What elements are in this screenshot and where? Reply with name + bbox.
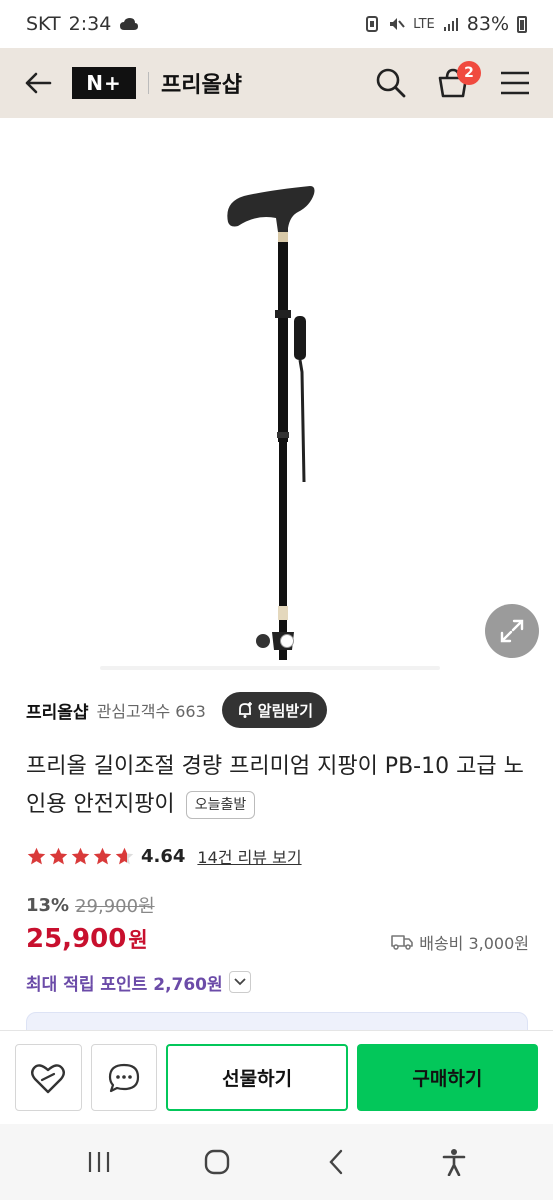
star-half-icon	[115, 847, 134, 864]
store-name[interactable]: 프리올샵	[161, 67, 242, 99]
recent-apps-icon	[89, 1152, 110, 1172]
cart-count-badge: 2	[457, 61, 481, 85]
battery-percent: 83%	[466, 13, 509, 35]
bell-plus-icon	[238, 702, 252, 718]
system-nav-bar	[0, 1124, 553, 1200]
notify-button[interactable]: 알림받기	[221, 692, 327, 728]
arrow-left-icon	[25, 72, 52, 94]
mute-icon	[390, 18, 405, 30]
points-row: 최대 적립 포인트 2,760원	[26, 968, 251, 996]
network-type: LTE	[413, 16, 435, 32]
sale-price: 25,900	[26, 924, 127, 954]
star-icon	[93, 847, 112, 864]
status-left: SKT 2:34	[26, 13, 139, 35]
accessibility-button[interactable]	[430, 1138, 478, 1186]
product-title-block: 프리올 길이조절 경량 프리미엄 지팡이 PB-10 고급 노인용 안전지팡이 …	[26, 748, 536, 824]
seller-name[interactable]: 프리올샵	[26, 698, 89, 723]
brand-logo[interactable]: N+	[72, 67, 136, 99]
purchase-action-bar: 선물하기 구매하기	[0, 1030, 553, 1124]
signal-icon	[443, 18, 458, 31]
follower-count: 관심고객수 663	[96, 702, 206, 721]
discount-row: 13% 29,900원	[26, 892, 155, 918]
home-button[interactable]	[193, 1138, 241, 1186]
data-saver-icon	[366, 16, 379, 32]
carrier-label: SKT	[26, 13, 61, 35]
search-icon	[376, 68, 406, 98]
image-pager	[256, 634, 294, 648]
gift-button[interactable]: 선물하기	[166, 1044, 348, 1111]
original-price: 29,900원	[75, 896, 155, 917]
brand-divider	[148, 72, 149, 94]
star-icon	[27, 847, 46, 864]
inquiry-button[interactable]	[90, 1044, 158, 1111]
accessibility-icon	[442, 1149, 466, 1176]
menu-button[interactable]	[495, 63, 535, 103]
status-bar: SKT 2:34 LTE 83%	[0, 0, 553, 48]
shipping-fee: 배송비 3,000원	[419, 934, 529, 953]
image-divider	[100, 666, 440, 670]
max-points: 최대 적립 포인트 2,760원	[26, 974, 223, 995]
same-day-shipping-badge: 오늘출발	[185, 791, 256, 819]
seller-row: 프리올샵 관심고객수 663 알림받기	[26, 692, 327, 728]
chevron-left-icon	[329, 1149, 342, 1175]
home-icon	[205, 1149, 230, 1175]
review-link[interactable]: 14건 리뷰 보기	[197, 844, 301, 868]
expand-image-button[interactable]	[485, 604, 539, 658]
menu-icon	[501, 71, 529, 95]
status-icons: LTE	[365, 15, 459, 33]
truck-icon	[391, 935, 414, 950]
rating-stars	[26, 846, 135, 867]
wishlist-button[interactable]	[15, 1044, 82, 1111]
back-nav-button[interactable]	[312, 1138, 360, 1186]
back-button[interactable]	[18, 63, 58, 103]
rating-row: 4.64 14건 리뷰 보기	[26, 842, 302, 870]
clock: 2:34	[68, 13, 112, 35]
rating-score: 4.64	[141, 845, 186, 867]
product-title: 프리올 길이조절 경량 프리미엄 지팡이 PB-10 고급 노인용 안전지팡이	[26, 754, 524, 817]
walking-cane-product-image	[227, 186, 315, 660]
expand-icon	[500, 619, 524, 643]
status-right: LTE 83%	[365, 13, 527, 35]
shipping-info: 배송비 3,000원	[391, 930, 529, 954]
buy-button[interactable]: 구매하기	[356, 1044, 538, 1111]
cart-button[interactable]: 2	[433, 61, 481, 103]
price-row: 25,900 원	[26, 924, 148, 960]
chat-bubble-icon	[108, 1063, 140, 1092]
discount-rate: 13%	[26, 894, 70, 916]
heart-icon	[31, 1063, 66, 1093]
header-actions: 2	[371, 61, 535, 103]
star-icon	[71, 847, 90, 864]
pager-dot[interactable]	[280, 634, 294, 648]
app-header: N+ 프리올샵 2	[0, 48, 553, 118]
battery-icon	[517, 15, 527, 33]
recent-apps-button[interactable]	[75, 1138, 123, 1186]
chevron-down-icon	[234, 978, 246, 986]
cloud-notification-icon	[120, 18, 139, 30]
star-icon	[49, 847, 68, 864]
search-button[interactable]	[371, 63, 411, 103]
product-image-gallery[interactable]	[0, 118, 553, 670]
notify-label: 알림받기	[257, 701, 313, 720]
points-expand-button[interactable]	[228, 971, 251, 993]
pager-dot-active[interactable]	[256, 634, 270, 648]
price-unit: 원	[128, 928, 148, 952]
